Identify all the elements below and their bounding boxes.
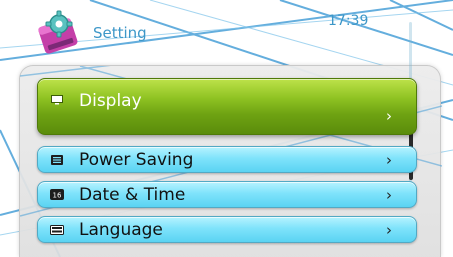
menu-item-label: Power Saving — [79, 149, 194, 170]
menu-item-language[interactable]: Language › — [37, 216, 417, 243]
calendar-icon: 16 — [50, 189, 64, 200]
chevron-right-icon: › — [386, 106, 392, 125]
chevron-right-icon: › — [386, 220, 392, 239]
calendar-badge-text: 16 — [53, 192, 62, 200]
chevron-right-icon: › — [386, 150, 392, 169]
chevron-right-icon: › — [386, 185, 392, 204]
menu-item-display[interactable]: Display › — [37, 78, 417, 135]
battery-list-icon — [50, 154, 64, 165]
menu-item-power-saving[interactable]: Power Saving › — [37, 146, 417, 173]
menu-item-label: Language — [79, 219, 163, 240]
menu-item-label: Display — [79, 91, 142, 111]
clock: 17:39 — [328, 13, 369, 29]
keyboard-icon — [50, 224, 64, 235]
settings-screen: Setting 17:39 Display › Power Saving › 1… — [0, 0, 453, 257]
monitor-icon — [50, 95, 64, 105]
page-title: Setting — [93, 24, 147, 42]
menu-item-date-time[interactable]: 16 Date & Time › — [37, 181, 417, 208]
menu-item-label: Date & Time — [79, 184, 186, 205]
settings-gear-icon — [38, 10, 78, 54]
